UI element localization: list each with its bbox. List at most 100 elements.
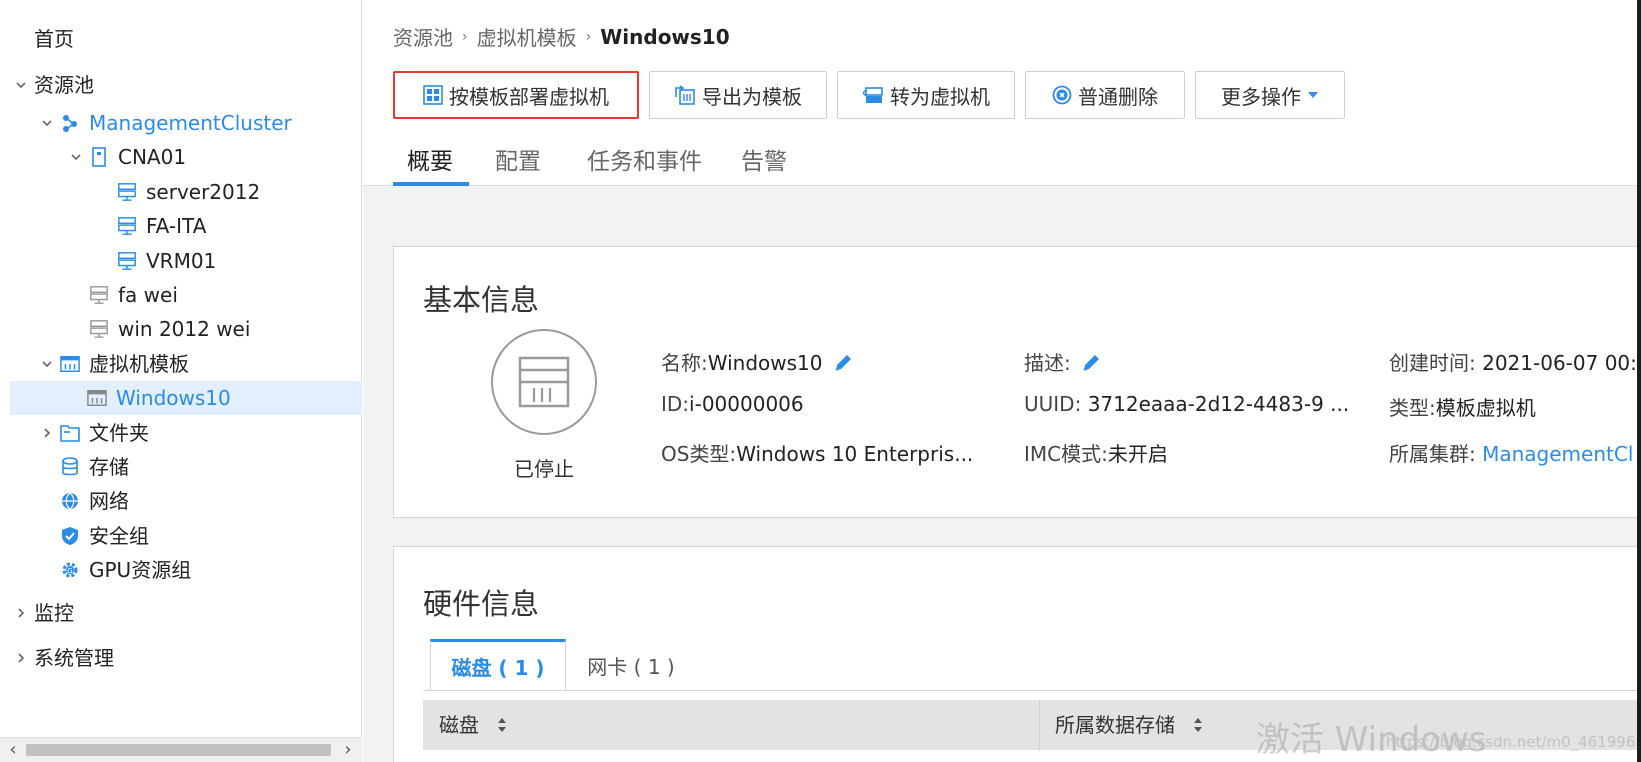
tree-host-label: CNA01 (118, 145, 187, 169)
tab-alarms[interactable]: 告警 (739, 140, 799, 186)
tree-vm-server2012[interactable]: server2012 (117, 175, 260, 209)
tree-template-windows10[interactable]: Windows10 (10, 381, 362, 415)
globe-icon (60, 490, 80, 512)
template-status-text: 已停止 (514, 457, 574, 481)
host-icon (89, 146, 109, 168)
tree-folder[interactable]: 文件夹 (40, 416, 149, 450)
chevron-down-icon[interactable] (40, 116, 54, 130)
info-desc-label: 描述: (1024, 351, 1071, 375)
convert-button-label: 转为虚拟机 (890, 84, 990, 109)
nav-home[interactable]: 首页 (34, 22, 74, 56)
tree-vm-vrm01[interactable]: VRM01 (117, 244, 216, 278)
edit-pencil-icon[interactable] (1081, 353, 1101, 378)
nav-monitor-label: 监控 (34, 601, 74, 625)
nav-storage[interactable]: 存储 (60, 450, 129, 484)
tree-vm-fa-ita[interactable]: FA-ITA (117, 209, 206, 243)
tabs-divider (423, 690, 1641, 691)
tree-vm-fa-wei[interactable]: fa wei (89, 278, 178, 312)
close-circle-icon (1052, 85, 1072, 105)
scroll-right-icon[interactable]: › (338, 740, 358, 760)
chevron-right-icon[interactable] (14, 606, 28, 620)
template-icon (60, 353, 80, 375)
grid-icon (423, 85, 443, 105)
info-id: ID:i-00000006 (661, 392, 804, 416)
active-tab-indicator (393, 182, 469, 186)
blog-url-watermark: https://blog.csdn.net/m0_46199657 (1386, 733, 1641, 751)
more-actions-dropdown[interactable]: 更多操作 (1195, 71, 1345, 119)
template-status-icon (491, 329, 597, 435)
info-uuid: UUID: 3712eaaa-2d12-4483-9 ... (1024, 392, 1349, 416)
info-cluster-label: 所属集群: (1389, 442, 1476, 466)
sort-icon[interactable] (497, 702, 507, 752)
tree-vm-win2012-wei[interactable]: win 2012 wei (89, 312, 250, 346)
nav-security-group-label: 安全组 (89, 524, 149, 548)
chevron-right-icon[interactable] (14, 651, 28, 665)
nav-resource-pool[interactable]: 资源池 (14, 68, 94, 102)
column-header-disk[interactable]: 磁盘 (439, 700, 507, 750)
tab-tasks-events[interactable]: 任务和事件 (581, 140, 711, 186)
tab-disk[interactable]: 磁盘 ( 1 ) (430, 639, 566, 691)
breadcrumb-section[interactable]: 虚拟机模板 (477, 22, 577, 51)
nav-security-group[interactable]: 安全组 (60, 519, 149, 553)
tree-host[interactable]: CNA01 (69, 140, 186, 174)
tree-cluster-label: ManagementCluster (89, 111, 292, 135)
svg-text:G: G (67, 567, 72, 575)
basic-info-card: 基本信息 已停止 名称:Windows10 ID:i-00000006 OS类型… (393, 246, 1641, 518)
info-description: 描述: (1024, 347, 1101, 378)
nav-system[interactable]: 系统管理 (14, 641, 114, 675)
chevron-down-icon[interactable] (69, 150, 83, 164)
info-name: 名称:Windows10 (661, 347, 853, 378)
gear-icon: G (60, 559, 80, 581)
database-icon (60, 456, 80, 478)
info-created-value: 2021-06-07 00:4 (1482, 351, 1641, 375)
info-imc-value: 未开启 (1107, 442, 1168, 466)
edit-pencil-icon[interactable] (833, 353, 853, 378)
breadcrumb-current: Windows10 (600, 24, 730, 49)
convert-to-vm-button[interactable]: 转为虚拟机 (837, 71, 1015, 119)
breadcrumb-separator-icon: › (585, 28, 592, 45)
caret-down-icon (1307, 91, 1319, 99)
info-created-time: 创建时间: 2021-06-07 00:4 (1389, 347, 1641, 376)
nav-resource-pool-label: 资源池 (34, 73, 94, 97)
tree-vm-label: win 2012 wei (118, 317, 251, 341)
info-created-label: 创建时间: (1389, 351, 1476, 375)
scroll-left-icon[interactable]: ‹ (3, 740, 23, 760)
info-uuid-label: UUID: (1024, 392, 1082, 416)
column-header-datastore[interactable]: 所属数据存储 (1055, 700, 1203, 750)
tree-vm-label: fa wei (118, 283, 178, 307)
chevron-right-icon[interactable] (40, 426, 54, 440)
deploy-vm-from-template-button[interactable]: 按模板部署虚拟机 (393, 71, 639, 119)
tree-template-label: Windows10 (116, 386, 231, 410)
scrollbar-thumb[interactable] (26, 744, 331, 756)
info-type: 类型:模板虚拟机 (1389, 392, 1536, 421)
tree-cluster[interactable]: ManagementCluster (40, 106, 292, 140)
deploy-button-label: 按模板部署虚拟机 (449, 84, 609, 109)
tab-nic-label: 网卡 ( 1 ) (587, 654, 675, 679)
chevron-down-icon[interactable] (40, 357, 54, 371)
tree-templates[interactable]: 虚拟机模板 (40, 347, 189, 381)
navigation-sidebar: 首页 资源池 ManagementCluster CNA01 server201… (0, 0, 362, 762)
tab-overview[interactable]: 概要 (393, 140, 469, 186)
info-cluster-link[interactable]: ManagementCl (1482, 442, 1633, 466)
breadcrumb-root[interactable]: 资源池 (393, 22, 453, 51)
tab-overview-label: 概要 (407, 149, 453, 175)
info-id-value: i-00000006 (689, 392, 804, 416)
nav-network[interactable]: 网络 (60, 484, 129, 518)
chevron-down-icon[interactable] (14, 78, 28, 92)
nav-monitor[interactable]: 监控 (14, 596, 74, 630)
tab-config-label: 配置 (495, 149, 541, 175)
export-template-button[interactable]: 导出为模板 (649, 71, 827, 119)
vm-icon (89, 318, 109, 340)
info-type-value: 模板虚拟机 (1435, 396, 1536, 420)
info-uuid-value: 3712eaaa-2d12-4483-9 ... (1087, 392, 1350, 416)
info-id-label: ID: (661, 392, 690, 416)
more-actions-label: 更多操作 (1221, 84, 1301, 109)
vm-icon (117, 250, 137, 272)
nav-gpu-group[interactable]: G GPU资源组 (60, 553, 191, 587)
sidebar-horizontal-scrollbar[interactable]: ‹ › (0, 737, 362, 762)
tab-nic[interactable]: 网卡 ( 1 ) (576, 639, 686, 691)
tab-config[interactable]: 配置 (493, 140, 553, 186)
delete-button[interactable]: 普通删除 (1025, 71, 1185, 119)
sort-icon[interactable] (1193, 702, 1203, 752)
info-imc: IMC模式:未开启 (1024, 438, 1168, 467)
